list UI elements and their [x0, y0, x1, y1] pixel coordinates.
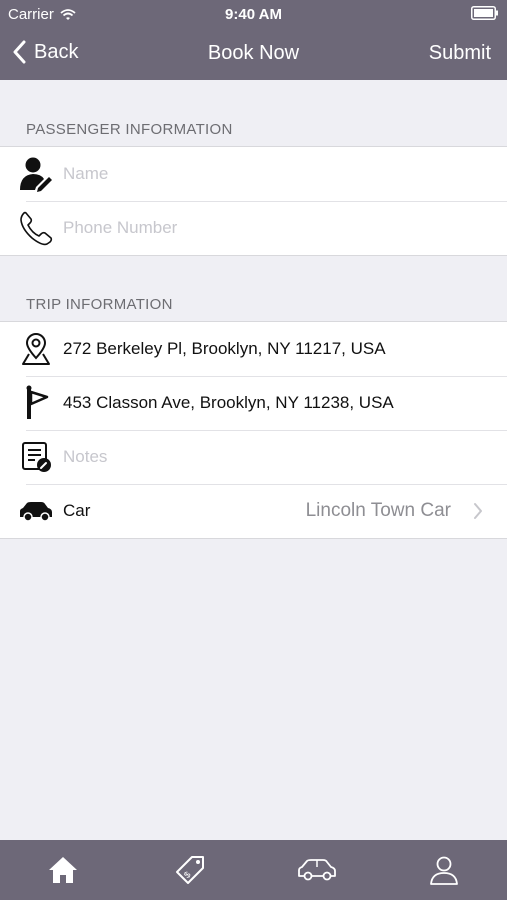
tag-icon: $ [176, 856, 205, 884]
phone-number-input[interactable] [63, 218, 443, 238]
phone-row[interactable] [0, 201, 507, 255]
flag-icon [18, 385, 54, 421]
tab-bar: $ [0, 840, 507, 900]
navigation-bar: Back Book Now Submit [0, 28, 507, 80]
tab-profile[interactable] [380, 840, 507, 900]
tab-car[interactable] [254, 840, 381, 900]
battery-icon [471, 6, 498, 20]
notes-input[interactable] [63, 447, 443, 467]
top-bar: Carrier 9:40 AM Back Book Now Submit [0, 0, 507, 80]
pickup-address: 272 Berkeley Pl, Brooklyn, NY 11217, USA [63, 339, 386, 358]
home-icon [49, 857, 78, 883]
car-label: Car [63, 501, 91, 520]
user-icon [429, 856, 458, 885]
car-outline-icon [297, 859, 336, 881]
status-time: 9:40 AM [225, 6, 282, 23]
notes-icon [18, 439, 54, 475]
passenger-group [0, 146, 507, 256]
destination-row[interactable]: 453 Classon Ave, Brooklyn, NY 11238, USA [0, 376, 507, 430]
pickup-row[interactable]: 272 Berkeley Pl, Brooklyn, NY 11217, USA [0, 322, 507, 376]
name-input[interactable] [63, 164, 443, 184]
tab-home[interactable] [0, 840, 127, 900]
location-pin-icon [18, 331, 54, 367]
status-bar: Carrier 9:40 AM [0, 0, 507, 28]
car-value: Lincoln Town Car [305, 500, 451, 521]
name-row[interactable] [0, 147, 507, 201]
passenger-section-header: PASSENGER INFORMATION [26, 121, 233, 138]
destination-address: 453 Classon Ave, Brooklyn, NY 11238, USA [63, 393, 394, 412]
trip-section-header: TRIP INFORMATION [26, 296, 173, 313]
car-row[interactable]: Car Lincoln Town Car [0, 484, 507, 538]
phone-icon [18, 210, 54, 246]
tab-tags[interactable]: $ [127, 840, 254, 900]
notes-row[interactable] [0, 430, 507, 484]
chevron-right-icon [474, 503, 482, 519]
submit-button[interactable]: Submit [429, 42, 491, 65]
user-edit-icon [18, 156, 54, 192]
car-icon [18, 493, 54, 529]
trip-group: 272 Berkeley Pl, Brooklyn, NY 11217, USA… [0, 321, 507, 539]
